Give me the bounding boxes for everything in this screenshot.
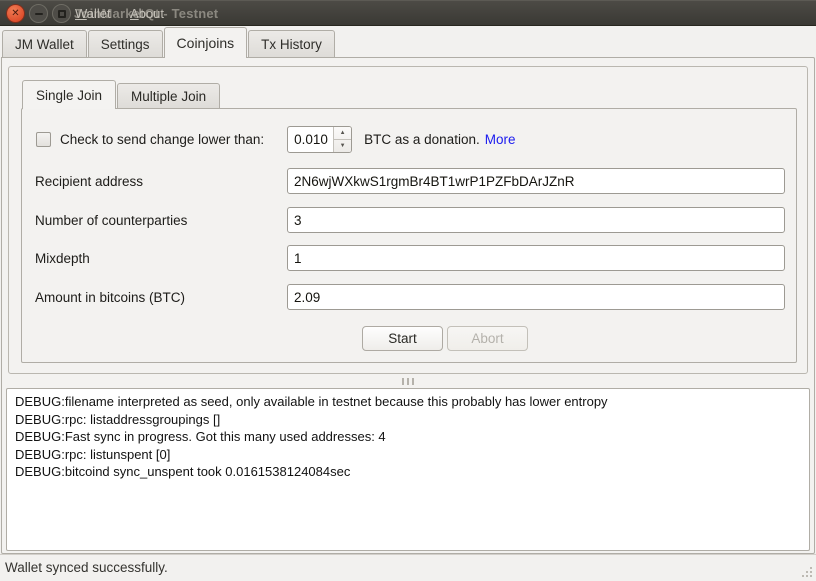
status-message: Wallet synced successfully. xyxy=(5,560,168,575)
recipient-address-label: Recipient address xyxy=(35,174,287,189)
statusbar: Wallet synced successfully. xyxy=(0,554,816,581)
amount-label: Amount in bitcoins (BTC) xyxy=(35,290,287,305)
tab-label: Settings xyxy=(101,37,150,52)
spin-buttons: ▲ ▼ xyxy=(333,127,351,152)
donation-suffix-label: BTC as a donation. xyxy=(364,132,480,147)
spin-down-button[interactable]: ▼ xyxy=(334,140,351,152)
donation-more-link[interactable]: More xyxy=(485,132,516,147)
donation-amount-input[interactable] xyxy=(288,127,333,152)
counterparties-input[interactable] xyxy=(287,207,785,233)
single-join-pane: Check to send change lower than: ▲ ▼ xyxy=(21,108,797,363)
log-line: DEBUG:rpc: listunspent [0] xyxy=(15,446,801,464)
amount-input[interactable] xyxy=(287,284,785,310)
log-line: DEBUG:bitcoind sync_unspent took 0.01615… xyxy=(15,463,801,481)
minimize-button[interactable] xyxy=(29,4,48,23)
tab-label: JM Wallet xyxy=(15,37,74,52)
tab-label: Coinjoins xyxy=(177,35,235,51)
app-window: ✕ JoinMarketQt - Testnet Wallet About JM… xyxy=(0,0,816,581)
log-line: DEBUG:filename interpreted as seed, only… xyxy=(15,393,801,411)
mixdepth-label: Mixdepth xyxy=(35,251,287,266)
abort-button-label: Abort xyxy=(471,331,503,346)
menu-wallet[interactable]: Wallet xyxy=(75,6,111,21)
tab-label: Tx History xyxy=(261,37,322,52)
start-button-label: Start xyxy=(388,331,417,346)
donation-spinbox: ▲ ▼ xyxy=(287,126,352,153)
debug-log[interactable]: DEBUG:filename interpreted as seed, only… xyxy=(6,388,810,551)
maximize-button[interactable] xyxy=(52,4,71,23)
donation-row: Check to send change lower than: ▲ ▼ xyxy=(36,125,786,153)
main-tabbar: JM Wallet Settings Coinjoins Tx History xyxy=(1,26,815,58)
spin-up-button[interactable]: ▲ xyxy=(334,127,351,140)
recipient-address-input[interactable] xyxy=(287,168,785,194)
coinjoins-pane: Single Join Multiple Join Check to send … xyxy=(1,57,815,554)
tab-label: Multiple Join xyxy=(131,89,206,104)
titlebar: ✕ JoinMarketQt - Testnet Wallet About xyxy=(0,0,816,26)
maximize-icon xyxy=(58,10,66,18)
tab-single-join[interactable]: Single Join xyxy=(22,80,116,109)
counterparties-label: Number of counterparties xyxy=(35,213,287,228)
resize-grip[interactable] xyxy=(800,565,812,577)
close-button[interactable]: ✕ xyxy=(6,4,25,23)
form-row-mixdepth: Mixdepth xyxy=(35,245,785,271)
minimize-icon xyxy=(35,13,43,15)
tab-multiple-join[interactable]: Multiple Join xyxy=(117,83,220,109)
join-tabbar: Single Join Multiple Join xyxy=(22,79,221,109)
spin-down-icon: ▼ xyxy=(340,143,346,149)
tab-jm-wallet[interactable]: JM Wallet xyxy=(2,30,87,58)
form-row-counterparties: Number of counterparties xyxy=(35,207,785,233)
form-row-recipient: Recipient address xyxy=(35,168,785,194)
close-icon: ✕ xyxy=(11,9,19,19)
tab-label: Single Join xyxy=(36,88,102,103)
form-row-amount: Amount in bitcoins (BTC) xyxy=(35,284,785,310)
menu-about[interactable]: About xyxy=(130,6,164,21)
splitter-handle[interactable] xyxy=(2,377,814,386)
donation-checkbox[interactable] xyxy=(36,132,51,147)
spin-up-icon: ▲ xyxy=(340,130,346,136)
tab-tx-history[interactable]: Tx History xyxy=(248,30,335,58)
log-line: DEBUG:rpc: listaddressgroupings [] xyxy=(15,411,801,429)
tab-settings[interactable]: Settings xyxy=(88,30,163,58)
log-line: DEBUG:Fast sync in progress. Got this ma… xyxy=(15,428,801,446)
abort-button[interactable]: Abort xyxy=(447,326,528,351)
start-button[interactable]: Start xyxy=(362,326,443,351)
coinjoin-groupbox: Single Join Multiple Join Check to send … xyxy=(8,66,808,374)
mixdepth-input[interactable] xyxy=(287,245,785,271)
donation-checkbox-label: Check to send change lower than: xyxy=(60,132,264,147)
tab-coinjoins[interactable]: Coinjoins xyxy=(164,27,248,58)
